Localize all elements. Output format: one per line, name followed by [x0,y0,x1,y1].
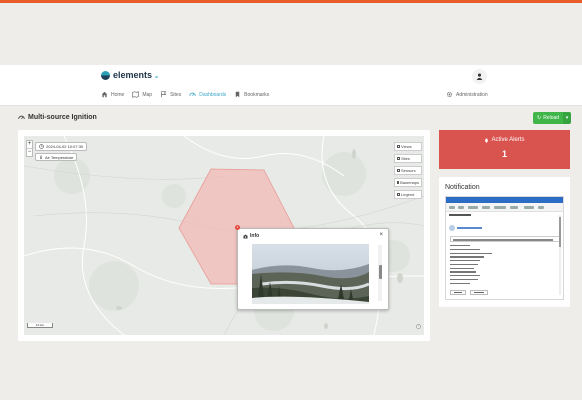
layer-label: Views [401,144,412,149]
avatar [449,225,455,231]
map-layer-panel: Views Sites Sensors Basemaps Legend [394,142,422,199]
reload-button[interactable]: ↻ Reload [533,112,564,124]
nav-item-dashboards[interactable]: Dashboards [189,91,226,98]
nav-item-bookmarks[interactable]: Bookmarks [234,91,269,98]
scrollbar-thumb[interactable] [378,265,382,279]
nav-item-label: Home [111,91,125,98]
checkbox-icon [397,145,400,148]
close-icon[interactable]: × [379,232,383,238]
active-alerts-card[interactable]: Active Alerts 1 [439,130,570,169]
user-icon [476,73,483,80]
email-sender [449,224,562,232]
top-accent-bar [0,0,582,3]
layer-selector-temperature[interactable]: Air Temperature [35,153,78,161]
temperature-label: Air Temperature [45,154,74,160]
layer-toggle-basemaps[interactable]: Basemaps [394,178,422,187]
reply-button[interactable] [450,290,466,296]
email-scrollbar[interactable] [559,215,561,295]
nav-item-administration[interactable]: Administration [446,91,488,98]
checkbox-icon [397,169,400,172]
top-navbar: elements ai Home Map Sites Dashboards Bo… [0,65,582,106]
home-icon [101,91,108,98]
email-body [450,245,510,287]
date-selector[interactable]: 2024-04-02 10:07:30 [35,142,88,151]
nav-item-label: Dashboards [199,91,227,98]
app-logo[interactable]: elements ai [101,70,158,80]
nav-item-sites[interactable]: Sites [160,91,181,98]
bookmark-icon [235,91,240,98]
nav-item-map[interactable]: Map [132,91,152,98]
bell-icon [485,138,489,143]
notification-card: Notification [439,177,570,307]
layer-toggle-sites[interactable]: Sites [394,154,422,163]
alerts-count: 1 [501,149,507,159]
alerts-title: Active Alerts [491,137,525,143]
popup-header: Info [243,233,259,239]
logo-suffix: ai [155,74,159,79]
date-label: 2024-04-02 10:07:30 [46,144,84,149]
notification-email-preview[interactable] [445,196,564,300]
user-menu-button[interactable] [472,69,487,84]
map-widget: + − 2024-04-02 10:07:30 Air Temperature … [18,130,430,341]
checkbox-icon [397,193,400,196]
nav-item-label: Administration [456,91,488,98]
reload-label: Reload [543,115,560,121]
map-canvas[interactable]: + − 2024-04-02 10:07:30 Air Temperature … [24,136,424,335]
page-title-text: Multi-source Ignition [28,114,97,121]
dashboard-icon [18,115,25,120]
nav-item-home[interactable]: Home [101,91,124,98]
gear-icon [446,91,453,98]
reload-dropdown-button[interactable]: ▾ [563,112,572,124]
refresh-icon: ↻ [537,115,542,121]
notification-title: Notification [445,184,480,191]
chevron-down-icon: ▾ [565,115,569,121]
forward-button[interactable] [470,290,488,296]
nav-item-label: Map [142,91,153,98]
map-icon [132,91,139,98]
zoom-in-button[interactable]: + [27,141,32,148]
nav-item-label: Bookmarks [244,91,270,98]
thermometer-icon [40,155,42,159]
email-banner [450,236,561,242]
layer-label: Sensors [401,168,416,173]
layer-label: Sites [401,156,410,161]
popup-scrollbar[interactable] [378,245,382,301]
camera-snapshot [252,244,369,304]
layer-toggle-sensors[interactable]: Sensors [394,166,422,175]
reload-button-group: ↻ Reload ▾ [533,112,572,124]
checkbox-checked-icon [397,181,400,184]
nav-item-label: Sites [170,91,182,98]
dashboard-icon [189,92,196,97]
info-popup: 1 Info × [235,225,389,310]
logo-text: elements [113,70,153,80]
camera-image[interactable] [252,244,369,304]
map-marker-pin[interactable]: 1 [235,225,240,230]
camera-icon [243,234,248,238]
email-toolbar [446,203,563,212]
main-navigation: Home Map Sites Dashboards Bookmarks [101,91,269,98]
map-scale-bar: 10 km [27,323,53,328]
layer-toggle-legend[interactable]: Legend [394,190,422,199]
popup-title: Info [250,233,260,239]
layer-toggle-views[interactable]: Views [394,142,422,151]
layer-label: Legend [401,192,415,197]
alerts-header: Active Alerts [439,137,570,143]
page-title: Multi-source Ignition [18,114,97,121]
zoom-control: + − [26,140,33,157]
email-subject [449,214,471,216]
logo-mark-icon [101,70,110,80]
email-actions [450,290,488,296]
layer-label: Basemaps [400,180,419,185]
checkbox-icon [397,157,400,160]
attribution-button[interactable]: i [416,324,421,329]
sites-icon [161,91,167,98]
clock-icon [39,144,44,149]
zoom-out-button[interactable]: − [27,148,32,156]
